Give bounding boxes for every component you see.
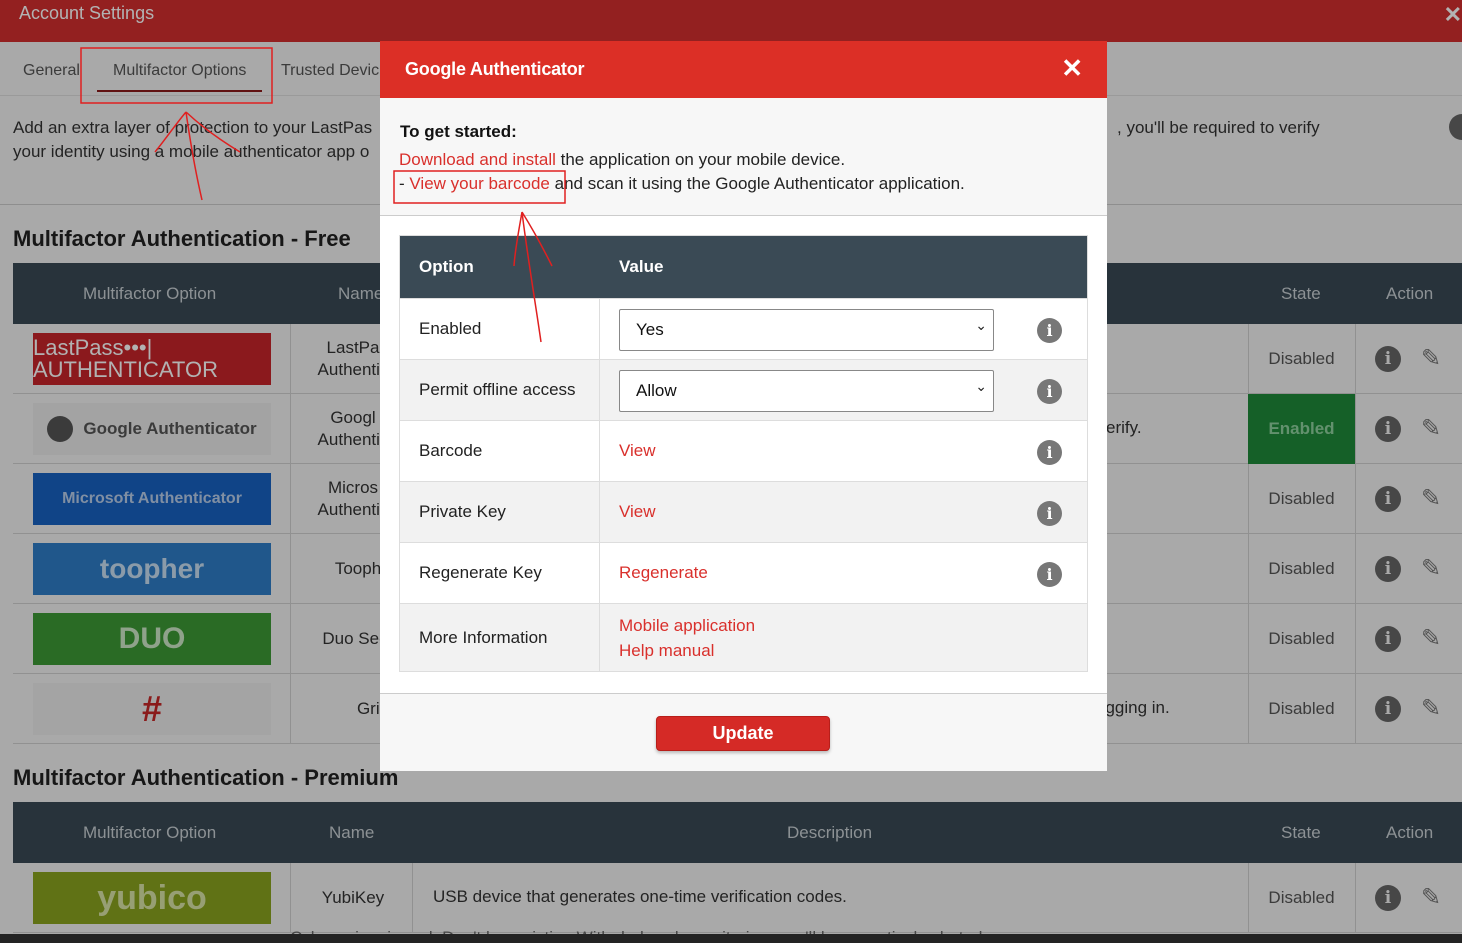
regenerate-key-button[interactable]: Regenerate xyxy=(619,563,708,583)
info-icon[interactable]: i xyxy=(1037,562,1062,587)
close-icon[interactable]: ✕ xyxy=(1061,53,1083,84)
option-row-private-key: Private Key View i xyxy=(400,481,1087,542)
dialog-footer: Update xyxy=(380,693,1107,771)
enabled-select[interactable]: Yes ⌄ xyxy=(619,309,994,351)
info-icon[interactable]: i xyxy=(1037,318,1062,343)
help-manual-link[interactable]: Help manual xyxy=(619,641,714,661)
option-label: Barcode xyxy=(419,441,483,460)
info-icon[interactable]: i xyxy=(1037,501,1062,526)
info-icon[interactable]: i xyxy=(1037,440,1062,465)
option-label: Permit offline access xyxy=(419,380,576,399)
option-label: More Information xyxy=(419,628,548,647)
options-table-header: Option Value xyxy=(400,236,1087,298)
option-label: Enabled xyxy=(419,319,482,338)
options-table: Option Value Enabled Yes ⌄ i Permit offl… xyxy=(399,235,1088,672)
view-barcode-link[interactable]: View your barcode xyxy=(409,174,550,193)
get-started-section: To get started: Download and install the… xyxy=(380,98,1107,216)
view-barcode-button[interactable]: View xyxy=(619,441,656,461)
mobile-application-link[interactable]: Mobile application xyxy=(619,616,755,636)
instruction-line-2: - View your barcode and scan it using th… xyxy=(399,174,965,193)
dialog-title: Google Authenticator xyxy=(405,59,585,79)
chevron-down-icon: ⌄ xyxy=(975,378,987,394)
option-row-regenerate: Regenerate Key Regenerate i xyxy=(400,542,1087,603)
option-row-more-info: More Information Mobile application Help… xyxy=(400,603,1087,671)
col-option: Option xyxy=(419,257,474,276)
get-started-heading: To get started: xyxy=(400,122,517,141)
chevron-down-icon: ⌄ xyxy=(975,317,987,333)
update-button[interactable]: Update xyxy=(656,716,830,751)
google-authenticator-dialog: Google Authenticator ✕ To get started: D… xyxy=(380,41,1107,771)
col-value: Value xyxy=(619,257,664,276)
option-row-barcode: Barcode View i xyxy=(400,420,1087,481)
info-icon[interactable]: i xyxy=(1037,379,1062,404)
offline-access-select[interactable]: Allow ⌄ xyxy=(619,370,994,412)
option-label: Private Key xyxy=(419,502,506,521)
option-row-enabled: Enabled Yes ⌄ i xyxy=(400,298,1087,359)
option-label: Regenerate Key xyxy=(419,563,542,582)
dialog-header: Google Authenticator ✕ xyxy=(380,41,1107,98)
download-install-link[interactable]: Download and install xyxy=(399,150,556,169)
view-private-key-button[interactable]: View xyxy=(619,502,656,522)
option-row-offline: Permit offline access Allow ⌄ i xyxy=(400,359,1087,420)
instruction-line-1: Download and install the application on … xyxy=(399,150,846,169)
